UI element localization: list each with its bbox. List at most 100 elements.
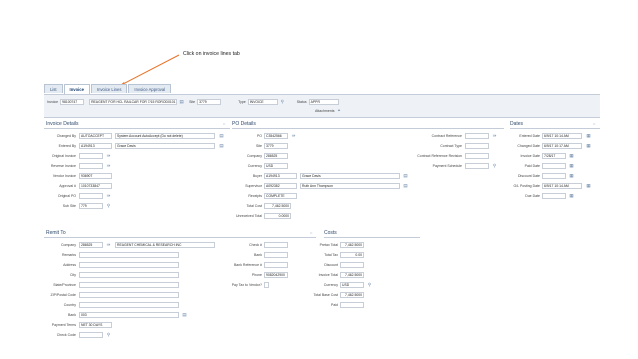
check-code-field[interactable] — [79, 332, 103, 338]
original-invoice-label: Original Invoice — [51, 154, 76, 158]
supervisor-label: Supervisor — [245, 184, 262, 188]
receipts-field[interactable]: COMPLETE — [264, 193, 297, 199]
dates-collapse-icon[interactable]: ⇔ — [592, 121, 596, 126]
changed-by-detail-icon[interactable]: ▤ — [219, 133, 224, 138]
sub-site-field[interactable]: 779 — [79, 203, 103, 209]
entered-by-detail-icon[interactable]: ▤ — [219, 143, 224, 148]
remit-company-goto-icon[interactable]: ⇛ — [106, 242, 111, 247]
discount-date-field[interactable] — [542, 173, 566, 179]
buyer-detail-icon[interactable]: ▤ — [403, 173, 408, 178]
paid-date-field[interactable] — [542, 163, 566, 169]
vendor-invoice-field[interactable]: 93690T — [79, 173, 112, 179]
due-date-field[interactable] — [542, 193, 566, 199]
contract-reference-goto-icon[interactable]: ⇛ — [492, 133, 497, 138]
contract-revision-label: Contract Reference Revision — [417, 154, 462, 158]
original-invoice-goto-icon[interactable]: ⇛ — [106, 153, 111, 158]
currency-search-icon[interactable]: ⚲ — [367, 282, 372, 287]
address-field[interactable] — [79, 262, 179, 268]
vendor-invoice-label: Vendor Invoice — [52, 174, 76, 178]
remit-company-field[interactable]: 286525 — [79, 242, 103, 248]
approval-field[interactable]: 1010733847 — [79, 183, 112, 189]
costs-divider — [324, 237, 420, 238]
sub-site-search-icon[interactable]: ⚲ — [106, 203, 111, 208]
calendar-icon[interactable]: ▦ — [569, 153, 574, 158]
check-code-search-icon[interactable]: ⚲ — [106, 332, 111, 337]
city-field[interactable] — [79, 272, 179, 278]
state-label: State/Province — [53, 283, 76, 287]
entered-by-field[interactable]: A194913 — [79, 143, 112, 149]
pretax-label: Pretax Total — [319, 243, 338, 247]
tab-list[interactable]: List — [44, 84, 63, 93]
long-description-icon[interactable]: ▤ — [179, 99, 184, 104]
payment-terms-field[interactable]: NET 30 DAYS — [79, 322, 112, 328]
unreceived-total-label: Unreceived Total — [235, 214, 262, 218]
contract-reference-field[interactable] — [465, 133, 489, 139]
calendar-icon[interactable]: ▦ — [586, 183, 591, 188]
calendar-icon[interactable]: ▦ — [569, 163, 574, 168]
remarks-field[interactable] — [79, 252, 179, 258]
search-icon[interactable]: ⚲ — [280, 99, 285, 104]
invoice-details-title: Invoice Details — [46, 121, 79, 127]
gl-posting-date-field[interactable]: 6/9/17 10:14 AM — [542, 183, 582, 189]
reverse-invoice-field[interactable] — [79, 163, 103, 169]
zip-field[interactable] — [79, 292, 179, 298]
bank2-field[interactable] — [264, 252, 288, 258]
bank-reference-field[interactable] — [264, 262, 288, 268]
type-field[interactable]: INVOICE — [247, 99, 278, 105]
attachments-icon[interactable]: ⚭ — [336, 108, 341, 113]
reverse-invoice-goto-icon[interactable]: ⇛ — [106, 163, 111, 168]
supervisor-description: Ruth Ann Thompson — [300, 183, 400, 189]
calendar-icon[interactable]: ▦ — [569, 193, 574, 198]
invoice-description-field[interactable]: REAGENT FOR HCL RAILCAR FOR 7/15 ROROD01… — [89, 99, 178, 105]
bank-field[interactable]: 003 — [79, 312, 179, 318]
supervisor-field[interactable]: A092382 — [264, 183, 297, 189]
costs-currency-field[interactable]: USD — [340, 282, 364, 288]
calendar-icon[interactable]: ▦ — [586, 143, 591, 148]
receipts-label: Receipts — [248, 194, 262, 198]
buyer-description: Grace Davis — [300, 173, 400, 179]
invoice-field[interactable]: 98100747 — [60, 99, 85, 105]
tab-invoice-lines[interactable]: Invoice Lines — [90, 84, 128, 93]
original-po-field[interactable] — [79, 193, 103, 199]
po-currency-field[interactable]: USD — [264, 163, 288, 169]
country-field[interactable] — [79, 302, 179, 308]
check-code-label: Check Code — [56, 333, 76, 337]
invoice-total-field[interactable]: 7,462.5000 — [340, 272, 364, 278]
tab-invoice[interactable]: Invoice — [63, 84, 90, 94]
city-label: City — [69, 273, 76, 277]
contract-type-field[interactable] — [465, 143, 489, 149]
entered-by-description: Grace Davis — [115, 143, 215, 149]
entered-date-field[interactable]: 6/9/17 10:14 AM — [542, 133, 582, 139]
calendar-icon[interactable]: ▦ — [586, 133, 591, 138]
original-po-goto-icon[interactable]: ⇛ — [106, 193, 111, 198]
discount-field[interactable] — [340, 262, 364, 268]
invoice-date-field[interactable]: 7/28/17 — [542, 153, 566, 159]
po-site-field[interactable]: 3779 — [264, 143, 288, 149]
site-field[interactable]: 3779 — [197, 99, 222, 105]
check-number-field[interactable] — [264, 242, 288, 248]
pretax-field: 7,462.5000 — [340, 242, 364, 248]
pay-tax-checkbox[interactable] — [264, 282, 269, 288]
payment-schedule-field[interactable] — [465, 163, 489, 169]
buyer-field[interactable]: A194913 — [264, 173, 297, 179]
contract-revision-field[interactable] — [465, 153, 489, 159]
tab-invoice-approval[interactable]: Invoice Approval — [128, 84, 172, 93]
paid-field[interactable] — [340, 302, 364, 308]
phone-field[interactable]: 9082042900 — [264, 272, 288, 278]
state-field[interactable] — [79, 282, 179, 288]
invoice-details-collapse-icon[interactable]: ⇔ — [222, 121, 226, 126]
remit-to-collapse-icon[interactable]: ⇔ — [309, 230, 313, 235]
payment-schedule-search-icon[interactable]: ⚲ — [492, 163, 497, 168]
changed-by-field[interactable]: AUTOACCEPT — [79, 133, 112, 139]
calendar-icon[interactable]: ▦ — [569, 173, 574, 178]
po-goto-icon[interactable]: ⇛ — [291, 133, 296, 138]
po-field[interactable]: C3542566 — [264, 133, 288, 139]
po-company-field[interactable]: 286525 — [264, 153, 288, 159]
changed-date-field[interactable]: 6/9/17 10:17 AM — [542, 143, 582, 149]
status-field[interactable]: APPR — [308, 99, 339, 105]
zip-label: ZIP/Postal Code — [50, 293, 76, 297]
original-invoice-field[interactable] — [79, 153, 103, 159]
supervisor-detail-icon[interactable]: ▤ — [403, 183, 408, 188]
bank-detail-icon[interactable]: ▤ — [182, 312, 187, 317]
bank-label: Bank — [68, 313, 76, 317]
